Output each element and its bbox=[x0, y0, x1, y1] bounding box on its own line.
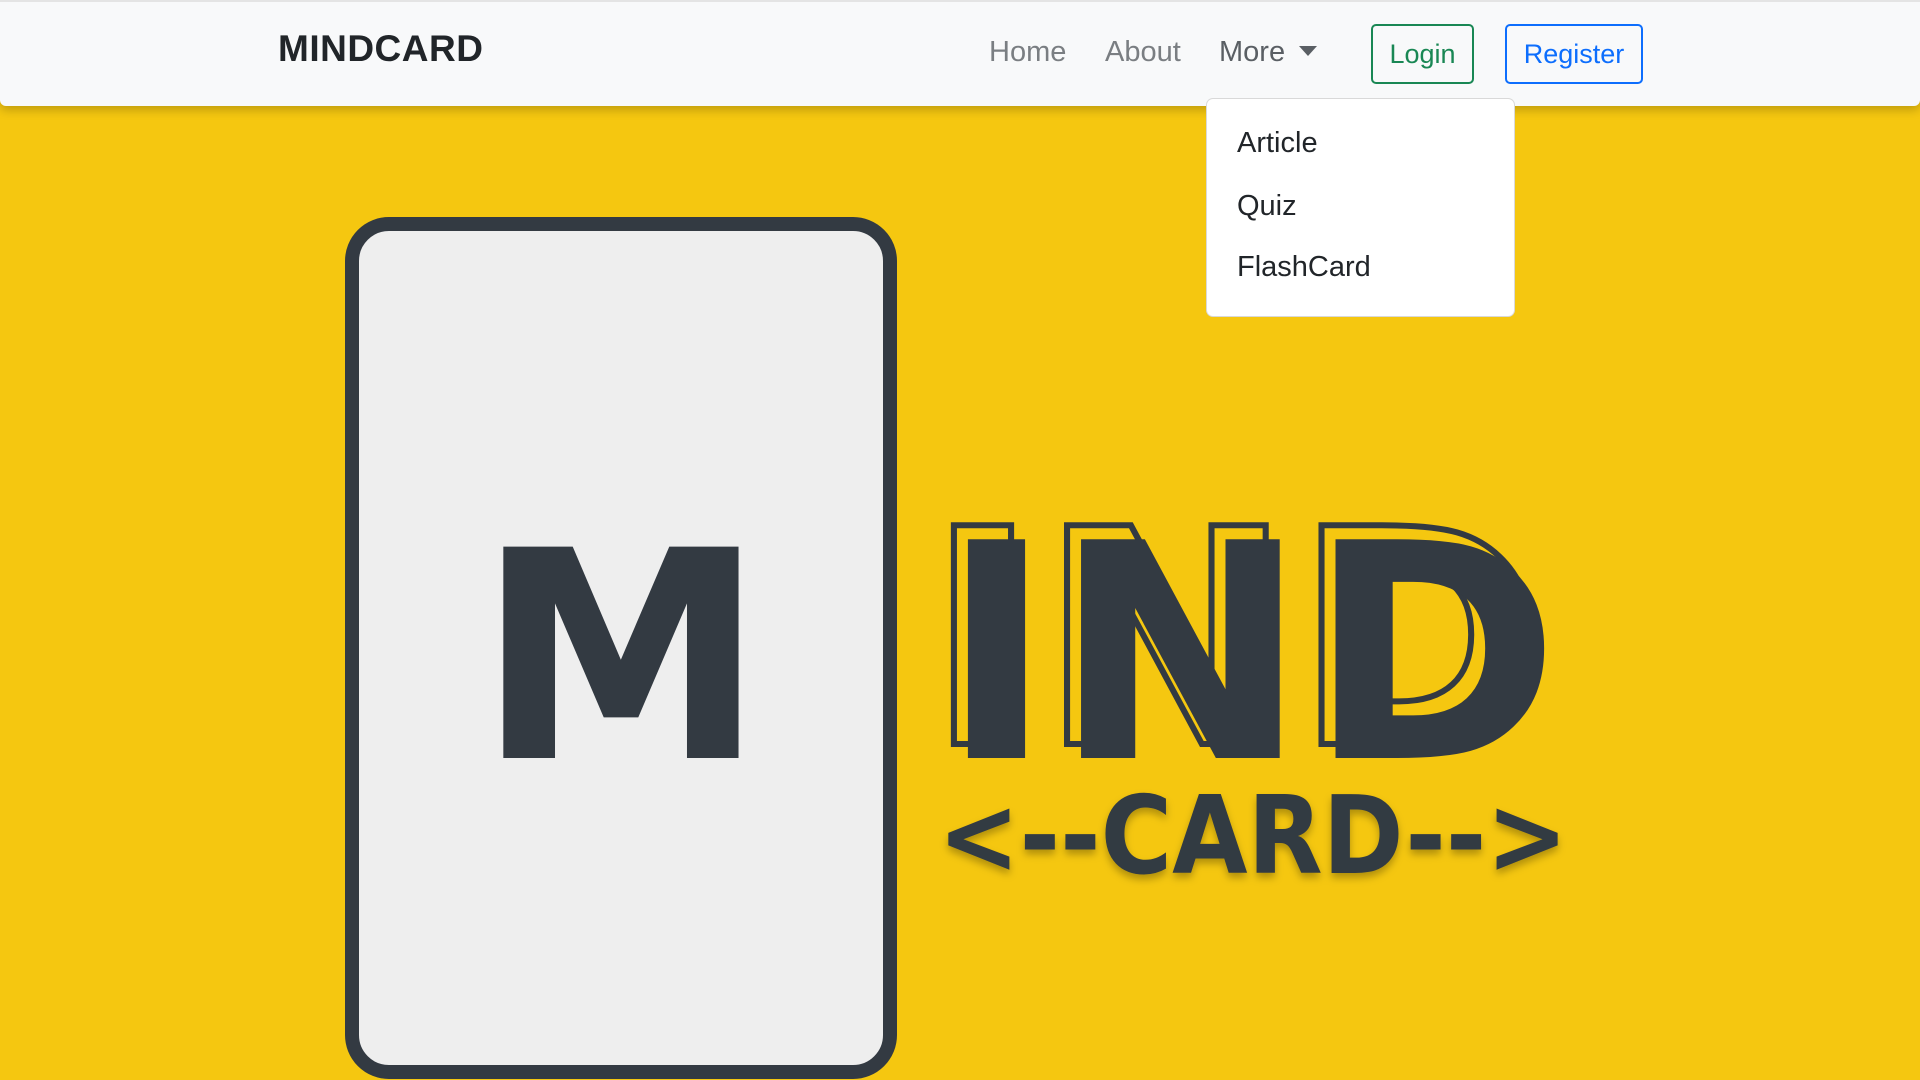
more-dropdown-menu: Article Quiz FlashCard bbox=[1206, 98, 1515, 317]
nav-more-label: More bbox=[1219, 36, 1286, 68]
nav-link-about[interactable]: About bbox=[1105, 36, 1181, 69]
hero-logo-image: M IND IND subtitle --> <--CARD--> bbox=[477, 463, 1568, 899]
register-button[interactable]: Register bbox=[1505, 24, 1643, 84]
nav-link-home[interactable]: Home bbox=[989, 36, 1066, 69]
nav-dropdown-more[interactable]: More bbox=[1219, 36, 1318, 69]
navbar: MINDCARD Home About More Login Register bbox=[0, 0, 1920, 106]
hero-card-letter: M bbox=[477, 490, 766, 827]
hero-subtitle: <--CARD--> bbox=[938, 774, 1568, 899]
dropdown-item-quiz[interactable]: Quiz bbox=[1237, 190, 1297, 223]
caret-down-icon bbox=[1299, 46, 1318, 56]
dropdown-item-flashcard[interactable]: FlashCard bbox=[1237, 251, 1371, 284]
dropdown-item-article[interactable]: Article bbox=[1237, 127, 1318, 160]
brand-logo[interactable]: MINDCARD bbox=[278, 28, 483, 70]
login-button[interactable]: Login bbox=[1371, 24, 1474, 84]
